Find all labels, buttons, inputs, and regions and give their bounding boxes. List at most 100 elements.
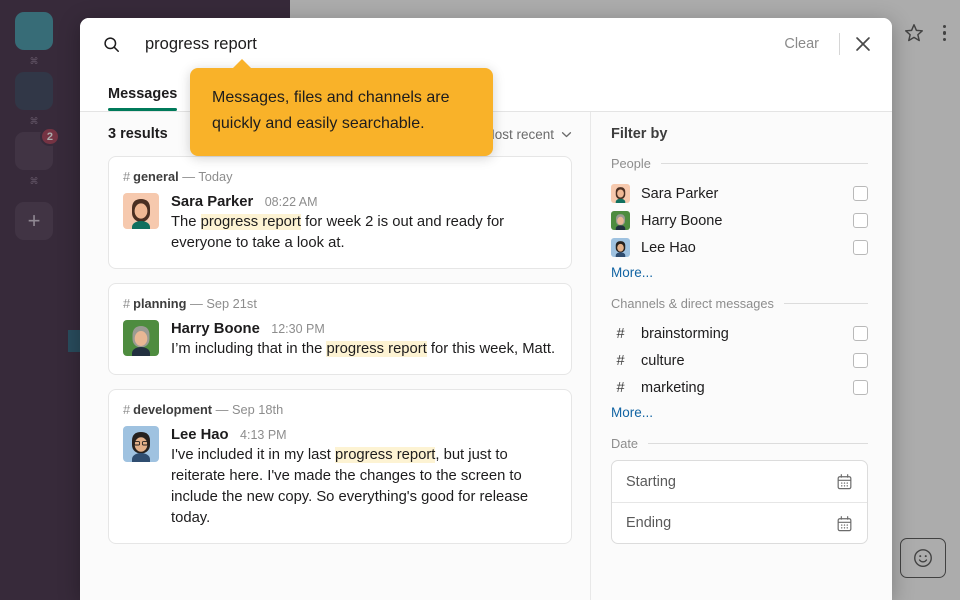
search-input[interactable]: [145, 35, 776, 54]
hash-icon: #: [611, 326, 630, 342]
tab-messages[interactable]: Messages: [108, 86, 177, 111]
message-author[interactable]: Harry Boone: [171, 321, 260, 337]
hash-icon: #: [611, 353, 630, 369]
search-highlight: progress report: [326, 341, 426, 357]
search-body: 3 results Most recent #general — Today: [80, 112, 892, 600]
date-ending-field[interactable]: Ending: [612, 502, 867, 543]
message-header: Harry Boone 12:30 PM: [171, 320, 557, 338]
filter-person-label: Sara Parker: [641, 186, 853, 202]
people-more-link[interactable]: More...: [611, 265, 653, 280]
filter-checkbox[interactable]: [853, 326, 868, 341]
filter-person-lee-hao[interactable]: Lee Hao: [611, 234, 868, 261]
filter-section-people-heading: People: [611, 156, 868, 171]
avatar: [611, 184, 630, 203]
filter-section-channels-heading: Channels & direct messages: [611, 296, 868, 311]
message-header: Sara Parker 08:22 AM: [171, 193, 557, 211]
search-highlight: progress report: [201, 214, 301, 230]
filter-checkbox[interactable]: [853, 380, 868, 395]
filter-person-sara-parker[interactable]: Sara Parker: [611, 180, 868, 207]
people-heading-label: People: [611, 156, 651, 171]
result-count: 3 results: [108, 126, 168, 142]
filter-checkbox[interactable]: [853, 353, 868, 368]
text-after: for this week, Matt.: [427, 341, 555, 357]
header-divider: [839, 33, 840, 55]
message-text: I’m including that in the progress repor…: [171, 339, 557, 360]
results-column: 3 results Most recent #general — Today: [80, 112, 590, 600]
sort-label: Most recent: [483, 127, 554, 142]
channels-more-link[interactable]: More...: [611, 405, 653, 420]
message-time: 4:13 PM: [240, 428, 287, 442]
filter-channel-label: culture: [641, 353, 853, 369]
result-date: Sep 18th: [232, 402, 283, 417]
text-before: I've included it in my last: [171, 447, 335, 463]
filter-section-date-heading: Date: [611, 436, 868, 451]
result-message: Sara Parker 08:22 AM The progress report…: [123, 193, 557, 254]
result-message: Lee Hao 4:13 PM I've included it in my l…: [123, 426, 557, 529]
result-dash: —: [190, 296, 203, 311]
message-author[interactable]: Sara Parker: [171, 194, 253, 210]
clear-search-button[interactable]: Clear: [776, 32, 827, 56]
result-channel[interactable]: development: [133, 402, 212, 417]
search-result-card[interactable]: #development — Sep 18th: [108, 389, 572, 544]
calendar-icon: [835, 472, 854, 491]
message-author[interactable]: Lee Hao: [171, 427, 229, 443]
result-channel[interactable]: general: [133, 169, 179, 184]
date-ending-label: Ending: [626, 515, 671, 531]
avatar: [611, 211, 630, 230]
section-rule: [661, 163, 868, 164]
filter-person-label: Harry Boone: [641, 213, 853, 229]
result-date: Sep 21st: [206, 296, 257, 311]
filter-channel-brainstorming[interactable]: # brainstorming: [611, 320, 868, 347]
text-before: I’m including that in the: [171, 341, 326, 357]
filter-person-harry-boone[interactable]: Harry Boone: [611, 207, 868, 234]
message-body: Lee Hao 4:13 PM I've included it in my l…: [171, 426, 557, 529]
avatar-image: [123, 320, 159, 356]
tooltip-text: Messages, files and channels are quickly…: [212, 85, 471, 137]
channels-heading-label: Channels & direct messages: [611, 296, 774, 311]
hash-icon: #: [123, 402, 130, 417]
filter-channel-label: marketing: [641, 380, 853, 396]
result-channel[interactable]: planning: [133, 296, 186, 311]
result-meta: #development — Sep 18th: [123, 402, 557, 417]
hash-icon: #: [123, 296, 130, 311]
message-text: The progress report for week 2 is out an…: [171, 212, 557, 254]
sort-dropdown[interactable]: Most recent: [483, 127, 572, 142]
avatar-image: [611, 184, 630, 203]
search-result-card[interactable]: #planning — Sep 21st: [108, 283, 572, 375]
date-starting-field[interactable]: Starting: [612, 461, 867, 502]
section-rule: [648, 443, 868, 444]
result-meta: #planning — Sep 21st: [123, 296, 557, 311]
hash-icon: #: [123, 169, 130, 184]
search-highlight: progress report: [335, 447, 435, 463]
filter-checkbox[interactable]: [853, 240, 868, 255]
section-rule: [784, 303, 868, 304]
message-time: 12:30 PM: [271, 322, 325, 336]
message-body: Sara Parker 08:22 AM The progress report…: [171, 193, 557, 254]
filter-channel-marketing[interactable]: # marketing: [611, 374, 868, 401]
search-result-card[interactable]: #general — Today: [108, 156, 572, 269]
message-header: Lee Hao 4:13 PM: [171, 426, 557, 444]
result-dash: —: [182, 169, 195, 184]
search-icon: [102, 35, 121, 54]
date-range-picker: Starting Ending: [611, 460, 868, 544]
avatar: [123, 426, 159, 462]
filter-panel: Filter by People Sara Parker: [590, 112, 892, 600]
message-body: Harry Boone 12:30 PM I’m including that …: [171, 320, 557, 360]
filter-checkbox[interactable]: [853, 213, 868, 228]
calendar-icon: [835, 514, 854, 533]
message-time: 08:22 AM: [265, 195, 318, 209]
avatar-image: [611, 211, 630, 230]
filter-checkbox[interactable]: [853, 186, 868, 201]
search-header: Clear: [80, 18, 892, 70]
filter-person-label: Lee Hao: [641, 240, 853, 256]
filter-channel-culture[interactable]: # culture: [611, 347, 868, 374]
result-meta: #general — Today: [123, 169, 557, 184]
close-icon[interactable]: [852, 33, 874, 55]
onboarding-tooltip[interactable]: Messages, files and channels are quickly…: [190, 68, 493, 156]
avatar: [123, 193, 159, 229]
avatar: [611, 238, 630, 257]
text-before: The: [171, 214, 201, 230]
result-message: Harry Boone 12:30 PM I’m including that …: [123, 320, 557, 360]
filter-channel-label: brainstorming: [641, 326, 853, 342]
avatar-image: [123, 193, 159, 229]
